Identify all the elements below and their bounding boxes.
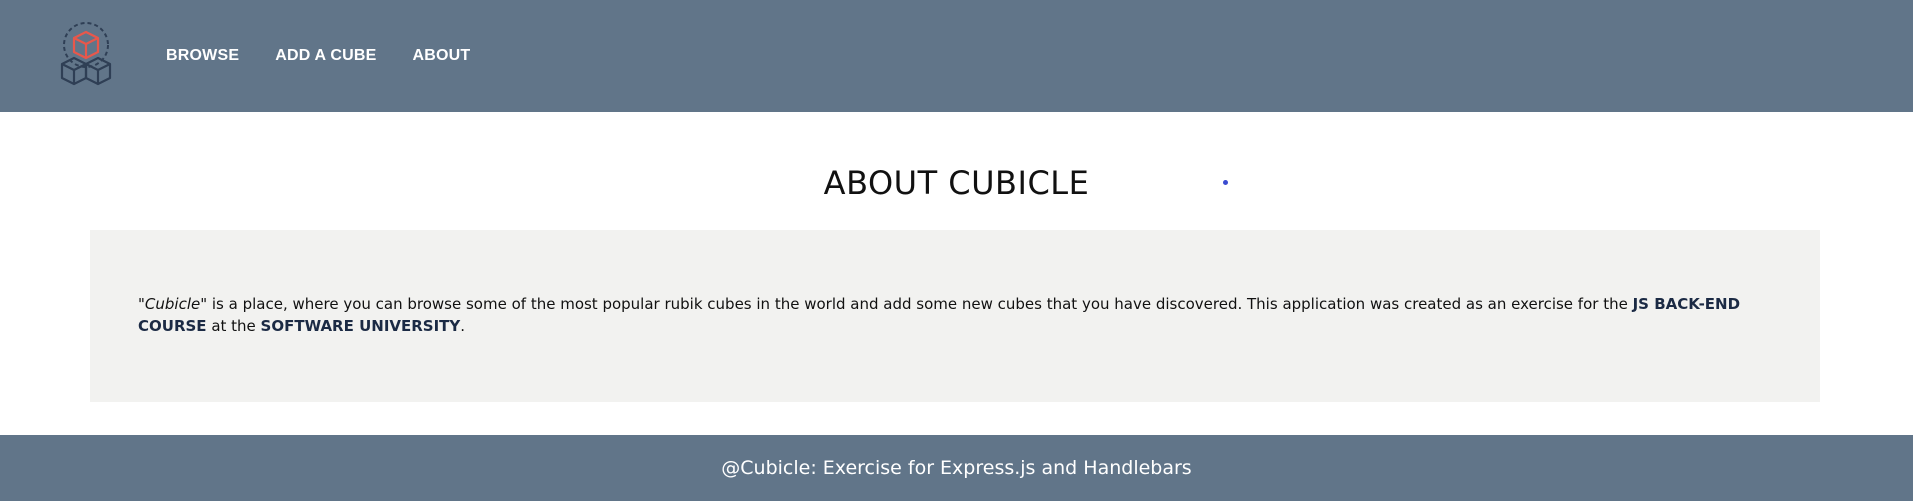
about-panel: "Cubicle" is a place, where you can brow… [90, 230, 1820, 402]
site-header: BROWSE ADD A CUBE ABOUT [0, 0, 1913, 112]
university-name: SOFTWARE UNIVERSITY [260, 317, 461, 335]
about-text-part1: is a place, where you can browse some of… [207, 295, 1633, 313]
main-nav: BROWSE ADD A CUBE ABOUT [166, 0, 470, 112]
site-footer: @Cubicle: Exercise for Express.js and Ha… [0, 435, 1913, 501]
about-text-part2: at the [206, 317, 261, 335]
about-description: "Cubicle" is a place, where you can brow… [138, 293, 1778, 337]
nav-browse-link[interactable]: BROWSE [166, 47, 239, 65]
app-name: "Cubicle" [138, 295, 208, 313]
cursor-dot [1223, 180, 1228, 185]
nav-add-cube-link[interactable]: ADD A CUBE [275, 47, 376, 65]
about-text-end: . [460, 317, 466, 335]
footer-text: @Cubicle: Exercise for Express.js and Ha… [721, 457, 1192, 479]
page-title: ABOUT CUBICLE [823, 164, 1090, 202]
cubes-logo-icon[interactable] [56, 18, 124, 90]
nav-about-link[interactable]: ABOUT [412, 47, 470, 65]
